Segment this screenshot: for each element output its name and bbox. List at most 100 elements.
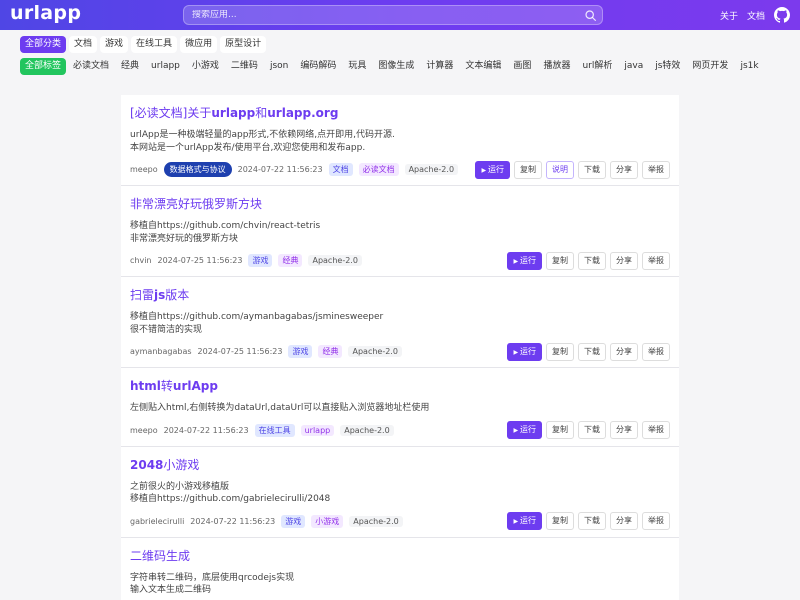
tag-chip[interactable]: js特效 [650,58,685,75]
github-icon[interactable] [774,7,790,23]
app-description-line: urlApp是一种极端轻量的app形式,不依赖网络,点开即用,代码开源. [130,130,395,140]
app-card: 非常漂亮好玩俄罗斯方块 移植自https://github.com/chvin/r… [121,186,679,277]
run-button[interactable]: ▶ 运行 [507,421,542,439]
app-author[interactable]: aymanbagabas [130,347,192,356]
tag-chip[interactable]: java [619,58,648,75]
category-badge[interactable]: 游戏 [288,345,313,358]
tag-chip[interactable]: 网页开发 [687,58,733,75]
tag-filter: 全部标签 必读文档 经典 urlapp 小游戏 二维码 json 编码解码 玩具 图像生成 计算器文… [20,58,764,75]
app-author[interactable]: chvin [130,256,152,265]
app-title[interactable]: 2048小游戏 [130,457,670,473]
tag-chip[interactable]: urlapp [146,58,185,75]
tag-badge[interactable]: urlapp [300,424,335,436]
tag-chip[interactable]: 文本编辑 [460,58,506,75]
category-chip[interactable]: 微应用 [180,36,218,53]
download-button[interactable]: 下载 [578,512,606,530]
app-author[interactable]: gabrielecirulli [130,517,184,526]
tag-chip[interactable]: 计算器 [421,58,458,75]
download-button[interactable]: 下载 [578,421,606,439]
tag-badge[interactable]: 小游戏 [311,514,344,528]
app-description-line: 输入文本生成二维码 [130,585,212,595]
copy-button[interactable]: 复制 [514,160,542,179]
tag-chip[interactable]: 编码解码 [295,58,341,75]
license-badge: Apache-2.0 [348,346,402,357]
tag-badge[interactable]: 必读文档 [358,163,399,176]
category-chip[interactable]: 游戏 [100,36,129,53]
report-button[interactable]: 举报 [642,251,670,270]
app-title[interactable]: html转urlApp [130,378,670,394]
tag-chip[interactable]: 必读文档 [68,58,114,75]
app-title-part: 非常漂亮好玩俄罗斯方块 [130,197,263,211]
download-button[interactable]: 下载 [578,160,606,179]
download-button[interactable]: 下载 [578,342,606,361]
copy-button[interactable]: 复制 [546,512,574,530]
app-title-part: [必读文档]关于 [130,106,212,120]
run-button[interactable]: ▶ 运行 [507,342,542,361]
app-title[interactable]: [必读文档]关于urlapp和urlapp.org [130,105,670,121]
app-description-line: 移植自https://github.com/aymanbagabas/jsmin… [130,312,384,322]
category-badge[interactable]: 游戏 [281,514,306,528]
tag-chip[interactable]: 经典 [116,58,144,75]
share-button[interactable]: 分享 [610,251,638,270]
nav-docs-link[interactable]: 文档 [747,9,765,22]
app-description: 移植自https://github.com/aymanbagabas/jsmin… [130,311,670,336]
nav-about-link[interactable]: 关于 [720,9,738,22]
run-label: 运行 [520,516,536,525]
tag-badge[interactable]: 经典 [318,345,343,358]
app-actions: ▶ 运行 复制 下载 分享 举报 [507,512,670,530]
search-box[interactable] [183,5,603,25]
share-button[interactable]: 分享 [610,342,638,361]
top-bar: urlapp 关于 文档 [0,0,800,30]
app-description-line: 之前很火的小游戏移植版 [130,481,230,492]
category-chip[interactable]: 全部分类 [20,36,67,53]
copy-button[interactable]: 复制 [546,342,574,361]
download-button[interactable]: 下载 [578,251,606,270]
app-title[interactable]: 二维码生成 [130,548,670,564]
category-chip[interactable]: 文档 [69,36,98,53]
tag-chip[interactable]: 图像生成 [373,58,419,75]
tag-chip[interactable]: 播放器 [538,58,575,75]
copy-button[interactable]: 复制 [546,421,574,439]
app-title[interactable]: 扫雷js版本 [130,287,670,303]
report-button[interactable]: 举报 [642,160,670,179]
protocol-badge[interactable]: 数据格式与协议 [163,162,232,177]
run-button[interactable]: ▶ 运行 [475,160,510,179]
tag-badge[interactable]: 经典 [278,254,303,267]
tag-chip[interactable]: js1k [735,58,763,75]
share-button[interactable]: 分享 [610,160,638,179]
category-badge[interactable]: 游戏 [248,254,273,267]
run-button[interactable]: ▶ 运行 [507,512,542,530]
tag-chip[interactable]: 全部标签 [20,58,67,75]
tag-chip[interactable]: 二维码 [226,58,263,75]
app-title[interactable]: 非常漂亮好玩俄罗斯方块 [130,196,670,212]
share-button[interactable]: 分享 [610,421,638,439]
share-button[interactable]: 分享 [610,512,638,530]
tag-chip[interactable]: 玩具 [343,58,371,75]
tag-chip[interactable]: 小游戏 [187,58,224,75]
category-chip[interactable]: 在线工具 [131,36,178,53]
category-badge[interactable]: 文档 [328,163,353,176]
tag-chip[interactable]: json [265,58,293,75]
report-button[interactable]: 举报 [642,512,670,530]
app-title-part: 和 [255,106,268,120]
report-button[interactable]: 举报 [642,421,670,439]
search-icon[interactable] [584,9,597,22]
app-description-line: 本网站是一个urlApp发布/使用平台,欢迎您使用和发布app. [130,142,366,153]
tag-chip[interactable]: url解析 [577,58,617,75]
app-actions: ▶ 运行 复制 说明 下载 分享 举报 [475,160,670,179]
run-button[interactable]: ▶ 运行 [507,251,542,270]
explain-button[interactable]: 说明 [546,160,574,179]
app-author[interactable]: meepo [130,426,158,435]
category-chip[interactable]: 原型设计 [220,36,267,53]
copy-button[interactable]: 复制 [546,251,574,270]
app-date: 2024-07-22 11:56:23 [237,165,323,174]
logo[interactable]: urlapp [10,2,81,24]
tag-chip[interactable]: 画图 [508,58,536,75]
category-badge[interactable]: 在线工具 [254,423,295,437]
report-button[interactable]: 举报 [642,342,670,361]
app-title-part: urlapp.org [267,106,339,120]
app-author[interactable]: meepo [130,165,158,174]
app-description-line: 非常漂亮好玩的俄罗斯方块 [130,233,239,244]
search-input[interactable] [192,10,572,20]
app-title-part: 转 [160,379,173,393]
